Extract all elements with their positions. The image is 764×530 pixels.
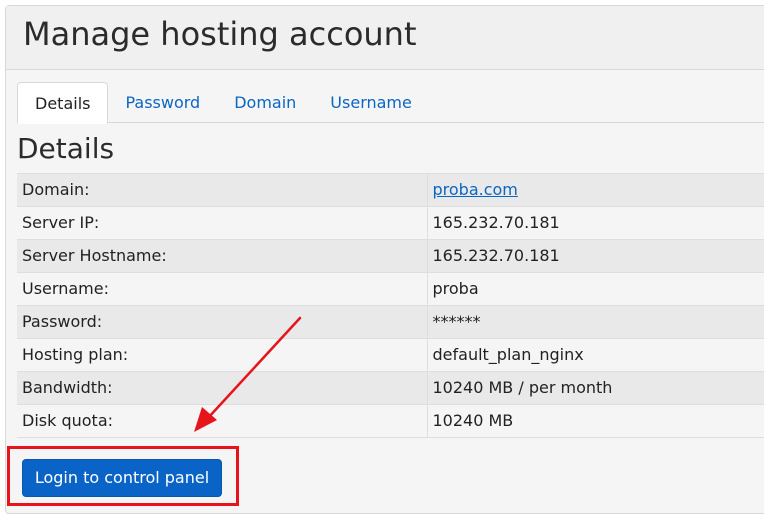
details-table: Domain: proba.com Server IP: 165.232.70.… bbox=[17, 173, 764, 438]
row-label: Server IP: bbox=[17, 206, 428, 240]
row-label: Server Hostname: bbox=[17, 239, 428, 273]
table-row: Domain: proba.com bbox=[17, 173, 764, 207]
tab-details[interactable]: Details bbox=[17, 82, 109, 124]
row-value: 165.232.70.181 bbox=[427, 239, 764, 273]
row-value: default_plan_nginx bbox=[427, 338, 764, 372]
tab-username[interactable]: Username bbox=[313, 82, 429, 124]
table-row: Server IP: 165.232.70.181 bbox=[17, 206, 764, 240]
row-value: 10240 MB / per month bbox=[427, 371, 764, 405]
tab-domain[interactable]: Domain bbox=[217, 82, 313, 124]
row-label: Domain: bbox=[17, 173, 428, 207]
row-value: ****** bbox=[427, 305, 764, 339]
table-row: Hosting plan: default_plan_nginx bbox=[17, 338, 764, 372]
section-title: Details bbox=[17, 132, 115, 165]
table-row: Server Hostname: 165.232.70.181 bbox=[17, 239, 764, 273]
row-label: Username: bbox=[17, 272, 428, 306]
row-label: Password: bbox=[17, 305, 428, 339]
row-label: Disk quota: bbox=[17, 404, 428, 438]
row-label: Bandwidth: bbox=[17, 371, 428, 405]
table-row: Password: ****** bbox=[17, 305, 764, 339]
row-label: Hosting plan: bbox=[17, 338, 428, 372]
row-value: 10240 MB bbox=[427, 404, 764, 438]
row-value: 165.232.70.181 bbox=[427, 206, 764, 240]
panel-header: Manage hosting account bbox=[6, 6, 764, 70]
row-value: proba.com bbox=[427, 173, 764, 207]
table-row: Username: proba bbox=[17, 272, 764, 306]
domain-link[interactable]: proba.com bbox=[433, 180, 518, 199]
tab-bar: Details Password Domain Username bbox=[17, 82, 764, 124]
table-row: Disk quota: 10240 MB bbox=[17, 404, 764, 438]
table-row: Bandwidth: 10240 MB / per month bbox=[17, 371, 764, 405]
row-value: proba bbox=[427, 272, 764, 306]
login-control-panel-button[interactable]: Login to control panel bbox=[22, 459, 222, 497]
tab-password[interactable]: Password bbox=[108, 82, 217, 124]
page-title: Manage hosting account bbox=[23, 15, 417, 53]
